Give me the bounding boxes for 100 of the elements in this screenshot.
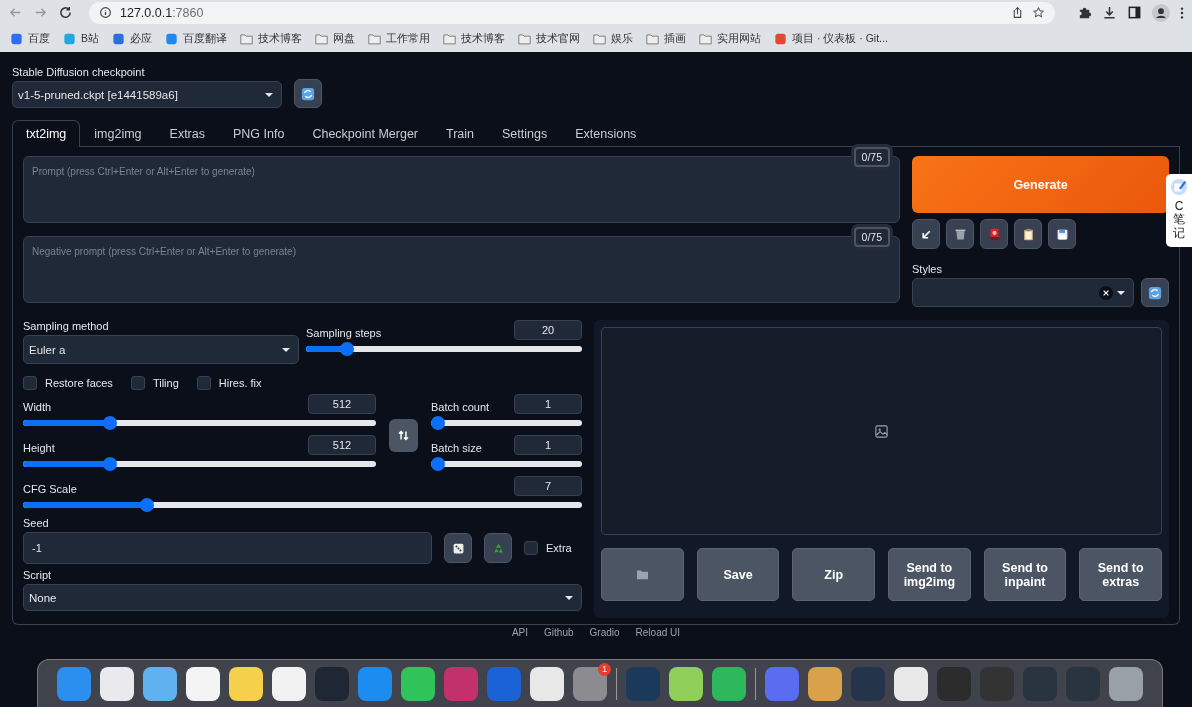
- slider[interactable]: [23, 416, 376, 430]
- seed-field[interactable]: -1: [23, 532, 432, 564]
- output-button[interactable]: Send to img2img: [888, 548, 971, 601]
- app-icon[interactable]: [229, 666, 263, 701]
- app-icon[interactable]: [530, 666, 564, 701]
- slider-thumb[interactable]: [102, 416, 117, 430]
- dice-button[interactable]: [444, 533, 472, 563]
- tab[interactable]: txt2img: [12, 120, 81, 147]
- download-icon[interactable]: [1102, 5, 1117, 20]
- slider-thumb[interactable]: [340, 342, 355, 356]
- tab[interactable]: Extras: [155, 120, 219, 147]
- output-button[interactable]: Send to extras: [1079, 548, 1163, 601]
- bookmark[interactable]: 插画: [646, 31, 686, 46]
- app-icon[interactable]: [1109, 666, 1143, 701]
- checkbox[interactable]: [130, 376, 145, 390]
- swap-button[interactable]: [389, 418, 418, 452]
- app-icon[interactable]: [712, 666, 746, 701]
- refresh-button[interactable]: [294, 79, 322, 108]
- arrow-button[interactable]: [912, 219, 940, 249]
- number-field[interactable]: 1: [514, 394, 582, 414]
- checkbox[interactable]: [524, 541, 538, 555]
- avatar-icon[interactable]: [1152, 3, 1170, 22]
- tab[interactable]: Checkpoint Merger: [298, 120, 432, 147]
- tab[interactable]: PNG Info: [219, 120, 299, 147]
- tab[interactable]: Train: [432, 120, 489, 147]
- menu-icon[interactable]: [1180, 5, 1184, 20]
- tab[interactable]: Settings: [488, 120, 562, 147]
- checkbox[interactable]: [23, 376, 37, 390]
- tab[interactable]: img2img: [80, 120, 156, 147]
- slider[interactable]: [23, 457, 376, 471]
- slider-thumb[interactable]: [431, 416, 445, 430]
- card-button[interactable]: [980, 219, 1008, 249]
- bookmark[interactable]: 娱乐: [593, 31, 633, 46]
- clipboard-button[interactable]: [1014, 219, 1042, 249]
- bookmark[interactable]: 技术博客: [443, 31, 505, 46]
- slider[interactable]: [306, 342, 582, 356]
- checkbox-option[interactable]: Extra: [524, 541, 572, 555]
- slider-thumb[interactable]: [431, 457, 445, 471]
- bookmark[interactable]: 必应: [112, 31, 152, 46]
- output-button[interactable]: Zip: [792, 548, 875, 601]
- checkbox[interactable]: [196, 376, 211, 390]
- bookmark[interactable]: 技术官网: [518, 31, 580, 46]
- folder-icon: [635, 569, 649, 580]
- app-icon[interactable]: [186, 666, 220, 701]
- widget-label: 笔记: [1173, 213, 1185, 241]
- folder-icon: [646, 32, 659, 45]
- puzzle-icon[interactable]: [1077, 5, 1092, 20]
- bookmark[interactable]: 网盘: [315, 31, 355, 46]
- checkbox-option[interactable]: Tiling: [130, 376, 179, 390]
- checkbox-option[interactable]: Hires. fix: [196, 376, 262, 390]
- slider-thumb[interactable]: [139, 498, 154, 512]
- footer-link[interactable]: API: [511, 627, 529, 639]
- checkpoint-dropdown[interactable]: v1-5-pruned.ckpt [e1441589a6]: [12, 81, 282, 108]
- slider-thumb[interactable]: [102, 457, 117, 471]
- share-icon[interactable]: [1011, 6, 1024, 19]
- app-icon[interactable]: [401, 666, 435, 701]
- star-icon[interactable]: [1032, 6, 1045, 19]
- info-icon[interactable]: [99, 6, 112, 19]
- bookmark[interactable]: 技术博客: [240, 31, 302, 46]
- checkbox-option[interactable]: Restore faces: [23, 376, 113, 390]
- app-icon[interactable]: [808, 666, 842, 701]
- floppy-disk-button[interactable]: [1048, 219, 1076, 249]
- notes-widget[interactable]: C 笔记: [1166, 174, 1192, 247]
- folder-icon: [699, 32, 712, 45]
- bookmark[interactable]: 百度: [10, 31, 50, 46]
- slider[interactable]: [431, 457, 582, 471]
- bookmark[interactable]: B站: [63, 31, 99, 46]
- app-icon[interactable]: [100, 666, 134, 701]
- trash-button[interactable]: [946, 219, 974, 249]
- app-icon[interactable]: [894, 666, 928, 701]
- bookmark[interactable]: 百度翻译: [165, 31, 227, 46]
- output-button[interactable]: Send to inpaint: [983, 548, 1067, 601]
- sampling-method-dropdown[interactable]: Euler a: [23, 335, 299, 364]
- slider[interactable]: [431, 416, 582, 430]
- number-field[interactable]: 7: [514, 476, 582, 496]
- number-field[interactable]: 512: [308, 435, 376, 455]
- footer-link[interactable]: Gradio: [589, 627, 620, 639]
- script-dropdown[interactable]: None: [23, 584, 582, 611]
- refresh-button[interactable]: [1141, 278, 1169, 307]
- sidebar-icon[interactable]: [1127, 5, 1142, 20]
- slider[interactable]: [23, 498, 582, 512]
- bookmark[interactable]: 实用网站: [699, 31, 761, 46]
- output-button[interactable]: Save: [696, 548, 780, 601]
- close-icon[interactable]: [1099, 285, 1113, 300]
- app-icon[interactable]: [143, 666, 177, 701]
- number-field[interactable]: 512: [308, 394, 376, 414]
- app-icon[interactable]: [272, 666, 306, 701]
- trash-icon: [953, 227, 967, 241]
- tab[interactable]: Extensions: [561, 120, 651, 147]
- address-bar[interactable]: 127.0.0.1:7860: [89, 1, 1055, 24]
- app-icon[interactable]: [669, 666, 703, 701]
- bookmark[interactable]: 工作常用: [368, 31, 430, 46]
- refresh-icon: [301, 86, 315, 101]
- footer-link[interactable]: Reload UI: [635, 627, 681, 639]
- bookmark[interactable]: 项目 · 仪表板 · Git...: [774, 31, 888, 46]
- number-field[interactable]: 20: [514, 320, 582, 340]
- number-field[interactable]: 1: [514, 435, 582, 455]
- footer-link[interactable]: Github: [544, 627, 574, 639]
- reload-icon[interactable]: [58, 5, 73, 20]
- recycle-button[interactable]: [484, 533, 512, 563]
